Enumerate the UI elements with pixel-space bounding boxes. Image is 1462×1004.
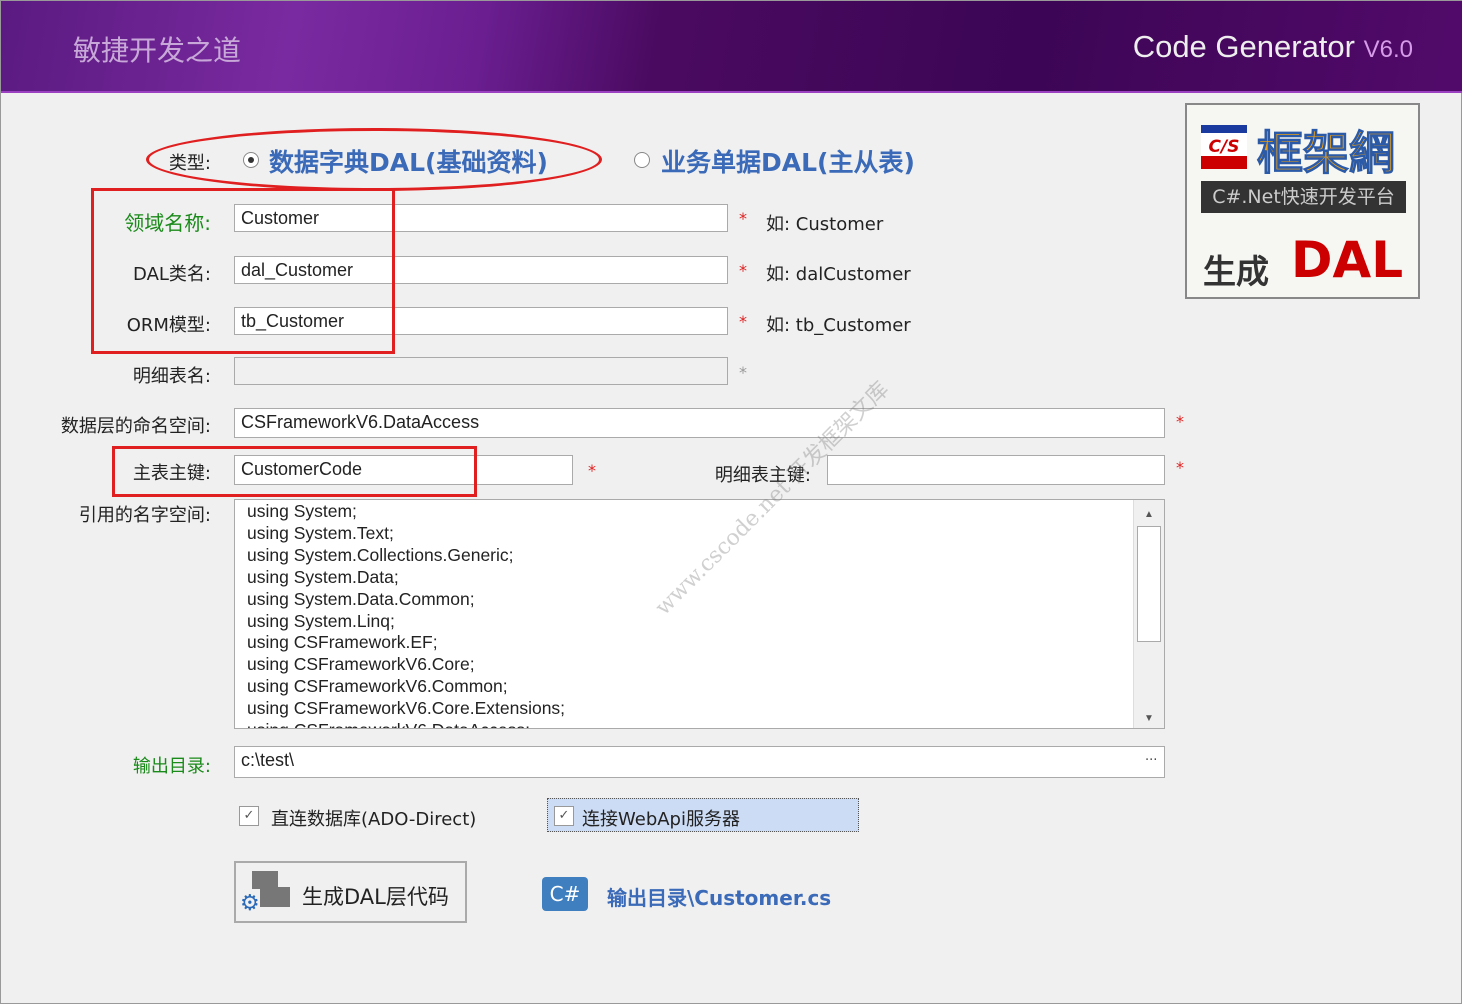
output-label: 输出目录: (132, 756, 211, 777)
using-line: using System.Data.Common; (247, 588, 475, 609)
radio-business-dal[interactable] (634, 152, 650, 168)
namespace-label: 数据层的命名空间: (60, 416, 211, 437)
using-line: using CSFrameworkV6.Core; (247, 654, 475, 675)
scroll-down-icon[interactable]: ▼ (1138, 708, 1154, 728)
annotation-box (91, 188, 395, 354)
using-line: using System.Collections.Generic; (247, 544, 514, 565)
namespace-input[interactable]: CSFrameworkV6.DataAccess (234, 408, 1165, 438)
scroll-up-icon[interactable]: ▲ (1138, 504, 1154, 526)
output-file-link[interactable]: 输出目录\Customer.cs (607, 882, 831, 911)
required-mark: * (739, 261, 747, 280)
required-mark: * (739, 312, 747, 331)
csharp-file-icon: C# (542, 877, 588, 911)
webapi-option[interactable]: ✓ 连接WebApi服务器 (547, 798, 859, 832)
webapi-checkbox[interactable]: ✓ (554, 806, 574, 826)
ado-direct-label[interactable]: 直连数据库(ADO-Direct) (271, 805, 476, 831)
detail-table-input[interactable] (234, 357, 728, 385)
required-mark: * (1176, 458, 1184, 477)
annotation-ellipse (146, 128, 602, 191)
using-line: using System.Text; (247, 522, 394, 543)
header-slogan: 敏捷开发之道 (73, 34, 242, 67)
using-line: using System.Linq; (247, 610, 395, 631)
logo: C/S 框架網 C#.Net快速开发平台 生成 DAL (1185, 103, 1420, 299)
usings-textarea[interactable]: using System; using System.Text; using Sys… (234, 499, 1165, 729)
scroll-thumb[interactable] (1137, 526, 1161, 642)
dal-hint: 如: dalCustomer (766, 264, 911, 285)
detail-table-label: 明细表名: (132, 366, 211, 387)
using-line: using CSFramework.EF; (247, 632, 438, 653)
ado-direct-checkbox[interactable]: ✓ (239, 806, 259, 826)
generate-label: 生成DAL层代码 (302, 885, 449, 909)
scrollbar[interactable]: ▲ ▼ (1133, 500, 1164, 728)
using-line: using CSFrameworkV6.Core.Extensions; (247, 698, 566, 719)
header-banner: 敏捷开发之道 Code Generator V6.0 (1, 1, 1462, 93)
using-line: using System.Data; (247, 566, 399, 587)
required-mark: * (739, 363, 747, 382)
generate-dal-button[interactable]: ⚙ 生成DAL层代码 (234, 861, 467, 923)
annotation-box (112, 446, 477, 497)
gear-icon: ⚙ (240, 891, 260, 916)
required-mark: * (588, 461, 596, 480)
using-line: using CSFrameworkV6.Common; (247, 676, 508, 697)
detail-key-input[interactable] (827, 455, 1165, 485)
using-line: using System; (247, 501, 357, 521)
browse-button[interactable]: ··· (1145, 753, 1157, 768)
required-mark: * (739, 209, 747, 228)
required-mark: * (1176, 412, 1184, 431)
webapi-label[interactable]: 连接WebApi服务器 (582, 805, 740, 831)
using-line: using CSFrameworkV6.DataAccess; (241, 720, 565, 728)
version: V6.0 (1363, 36, 1413, 63)
output-dir-input[interactable]: c:\test\ (234, 746, 1165, 778)
generate-icon-part (260, 887, 290, 907)
domain-hint: 如: Customer (766, 214, 884, 235)
orm-hint: 如: tb_Customer (766, 315, 911, 336)
usings-label: 引用的名字空间: (78, 505, 211, 526)
output-dir-value: c:\test\ (241, 750, 295, 770)
radio-business-label[interactable]: 业务单据DAL(主从表) (661, 143, 915, 179)
app-title: Code Generator V6.0 (1132, 29, 1413, 64)
